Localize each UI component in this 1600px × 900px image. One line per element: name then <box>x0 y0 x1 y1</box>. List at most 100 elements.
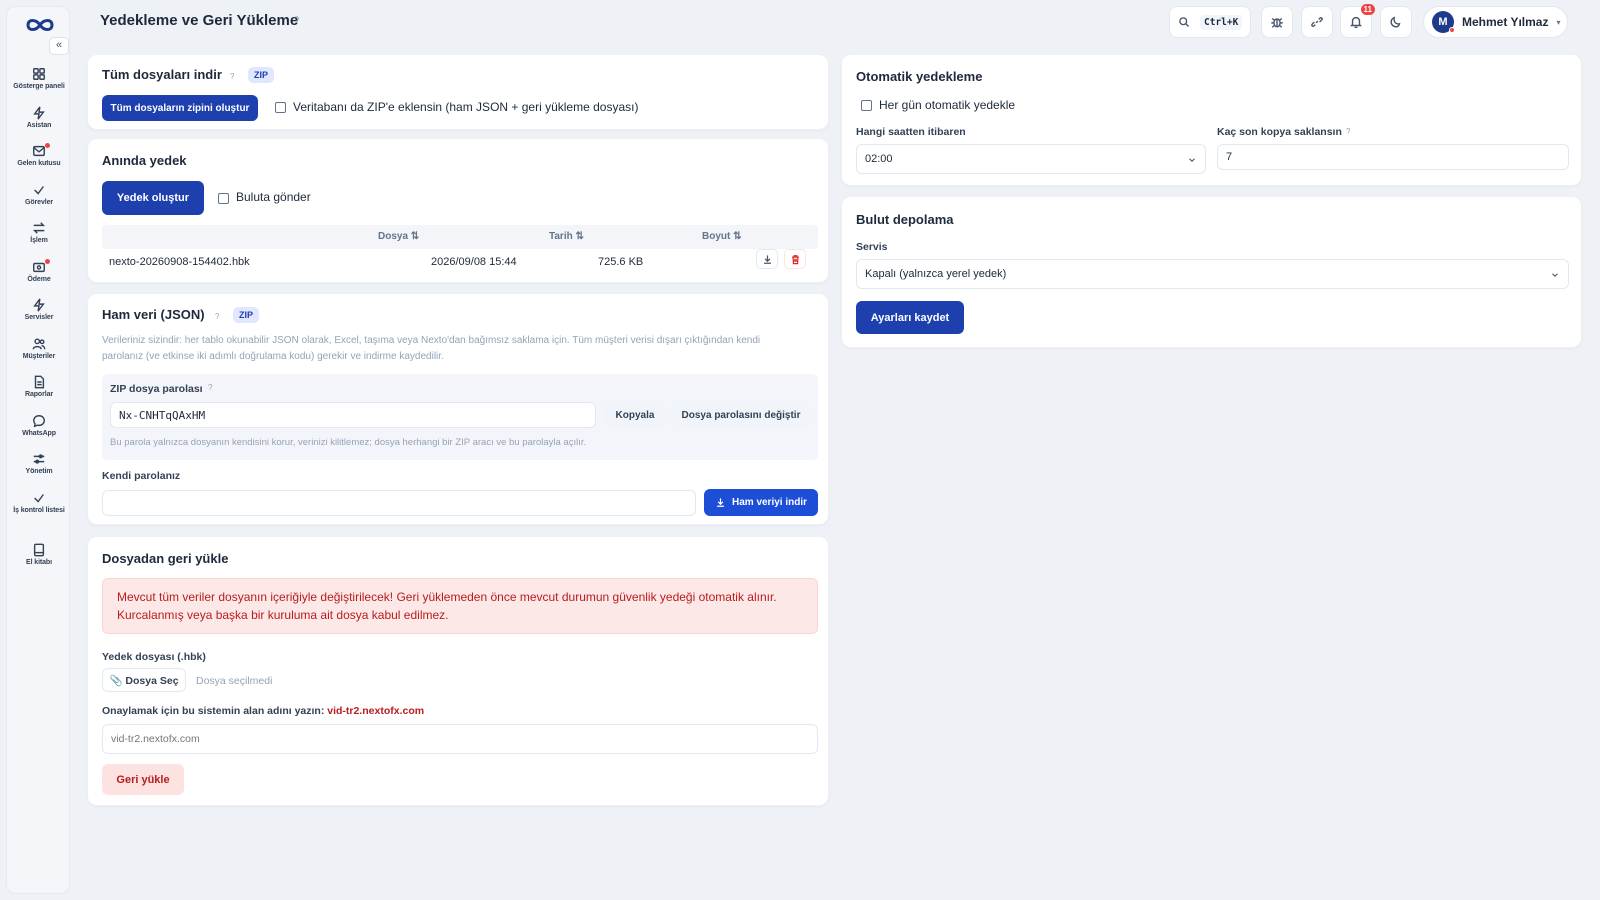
sidebar-item-management[interactable]: Yönetim <box>7 452 71 491</box>
alert-dot <box>45 258 50 264</box>
sidebar-item-services[interactable]: Servisler <box>7 298 71 337</box>
inbox-icon <box>33 145 45 157</box>
daily-backup-checkbox[interactable] <box>861 100 872 111</box>
debug-button[interactable] <box>1261 6 1293 38</box>
backup-size: 725.6 KB <box>598 256 644 268</box>
help-icon[interactable]: ? <box>215 312 219 321</box>
sidebar-item-label: WhatsApp <box>22 429 56 437</box>
card-title: Otomatik yedekleme <box>856 69 983 84</box>
raw-data-description-line1: Verileriniz sizindir: her tablo okunabil… <box>102 335 761 346</box>
dashboard-icon <box>33 68 45 80</box>
sidebar-item-assistant[interactable]: Asistan <box>7 105 71 145</box>
sidebar-nav: Gösterge paneli Asistan Gelen kutusu Gör… <box>7 67 71 582</box>
card-title: Bulut depolama <box>856 212 954 227</box>
help-icon[interactable]: ? <box>230 72 234 81</box>
sliders-icon <box>33 454 45 464</box>
sidebar-item-label: Yönetim <box>25 468 53 475</box>
choose-file-button[interactable]: 📎 Dosya Seç <box>102 668 186 692</box>
confirm-domain-field[interactable] <box>102 724 818 754</box>
bug-icon <box>1271 17 1283 28</box>
search-icon <box>1179 17 1189 27</box>
sidebar-item-inbox[interactable]: Gelen kutusu <box>7 143 71 183</box>
column-header-file[interactable]: Dosya ⇅ <box>378 231 419 242</box>
chevron-down-icon <box>1189 158 1195 163</box>
search-button[interactable]: Ctrl+K <box>1169 6 1251 38</box>
notifications-button[interactable]: 11 <box>1340 4 1375 38</box>
download-icon <box>763 254 771 264</box>
daily-backup-label: Her gün otomatik yedekle <box>879 98 1016 112</box>
service-select[interactable]: Kapalı (yalnızca yerel yedek) <box>856 259 1569 289</box>
instant-backup-card: Anında yedek Yedek oluştur Buluta gönder… <box>87 138 829 283</box>
service-label: Servis <box>856 241 888 253</box>
raw-data-card: Ham veri (JSON) ? ZIP Verileriniz sizind… <box>87 293 829 525</box>
own-password-field[interactable] <box>102 490 696 516</box>
search-shortcut: Ctrl+K <box>1200 14 1243 30</box>
sidebar-item-label: Raporlar <box>25 391 53 398</box>
sidebar: « Gösterge paneli Asistan Gelen kutusu G… <box>6 6 70 894</box>
user-menu[interactable]: M Mehmet Yılmaz ▾ <box>1423 6 1568 38</box>
column-header-size[interactable]: Boyut ⇅ <box>702 231 742 242</box>
sidebar-item-reports[interactable]: Raporlar <box>7 375 71 414</box>
infinity-logo-icon[interactable] <box>22 13 58 37</box>
sidebar-item-handbook[interactable]: El kitabı <box>7 543 71 582</box>
theme-toggle-button[interactable] <box>1380 6 1412 38</box>
card-title: Anında yedek <box>102 153 187 168</box>
send-to-cloud-checkbox[interactable] <box>218 193 229 204</box>
zip-tag: ZIP <box>233 307 260 323</box>
status-dot <box>1449 27 1455 33</box>
book-icon <box>33 543 45 557</box>
own-password-label: Kendi parolanız <box>102 470 181 482</box>
help-icon[interactable]: ? <box>294 15 299 25</box>
change-zip-password-button[interactable]: Dosya parolasını değiştir <box>672 402 810 428</box>
backup-time-select[interactable]: 02:00 <box>856 144 1206 174</box>
sidebar-item-payment[interactable]: Ödeme <box>7 258 71 299</box>
notification-count-badge: 11 <box>1360 4 1375 15</box>
collapse-sidebar-button[interactable]: « <box>49 37 69 55</box>
delete-backup-button[interactable] <box>784 249 806 269</box>
sidebar-item-label: İş kontrol listesi <box>13 506 65 514</box>
system-domain: vid-tr2.nextofx.com <box>327 705 425 717</box>
card-title: Dosyadan geri yükle <box>102 551 229 566</box>
sidebar-item-label: Asistan <box>26 121 52 129</box>
backup-file-label: Yedek dosyası (.hbk) <box>102 651 206 663</box>
sidebar-item-whatsapp[interactable]: WhatsApp <box>7 414 71 453</box>
link-button[interactable] <box>1301 6 1333 38</box>
restore-button[interactable]: Geri yükle <box>102 764 184 795</box>
time-label: Hangi saatten itibaren <box>856 126 966 138</box>
copy-button[interactable]: Kopyala <box>604 402 666 428</box>
download-raw-button[interactable]: Ham veriyi indir <box>704 489 818 516</box>
sidebar-item-tasks[interactable]: Görevler <box>7 183 71 222</box>
restore-warning-alert: Mevcut tüm veriler dosyanın içeriğiyle d… <box>102 578 818 634</box>
transfer-icon <box>32 222 46 234</box>
download-backup-button[interactable] <box>756 249 778 269</box>
save-settings-button[interactable]: Ayarları kaydet <box>856 301 964 334</box>
sidebar-item-customers[interactable]: Müşteriler <box>7 337 71 376</box>
sidebar-item-dashboard[interactable]: Gösterge paneli <box>7 67 71 106</box>
zip-password-field[interactable]: Nx-CNHTqQAxHM <box>110 402 596 428</box>
service-value: Kapalı (yalnızca yerel yedek) <box>865 268 1007 280</box>
send-to-cloud-label: Buluta gönder <box>236 190 311 204</box>
topbar: Yedekleme ve Geri Yükleme ? Ctrl+K 11 M … <box>70 0 1600 44</box>
no-file-text: Dosya seçilmedi <box>196 675 273 687</box>
zip-password-note: Bu parola yalnızca dosyanın kendisini ko… <box>110 437 587 448</box>
download-raw-label: Ham veriyi indir <box>731 497 808 508</box>
sidebar-item-checklist[interactable]: İş kontrol listesi <box>7 491 71 530</box>
include-db-checkbox[interactable] <box>275 102 286 113</box>
page-title: Yedekleme ve Geri Yükleme <box>100 12 299 29</box>
check-icon <box>34 493 44 503</box>
help-icon[interactable]: ? <box>208 383 212 392</box>
column-header-date[interactable]: Tarih ⇅ <box>549 231 584 242</box>
card-title: Tüm dosyaları indir <box>102 67 222 82</box>
raw-data-description-line2: parolanız (ve etkinse iki adımlı doğrula… <box>102 351 444 362</box>
create-backup-button[interactable]: Yedek oluştur <box>102 181 204 215</box>
create-zip-button[interactable]: Tüm dosyaların zipini oluştur <box>102 95 258 121</box>
keep-copies-field[interactable]: 7 <box>1217 144 1569 170</box>
avatar: M <box>1432 11 1455 33</box>
restore-warning-line1: Mevcut tüm veriler dosyanın içeriğiyle d… <box>117 590 777 604</box>
download-icon <box>717 498 724 507</box>
sidebar-item-transactions[interactable]: İşlem <box>7 221 71 260</box>
users-icon <box>32 337 46 349</box>
chevron-down-icon: ▾ <box>1556 17 1561 27</box>
help-icon[interactable]: ? <box>1346 127 1350 136</box>
include-db-label: Veritabanı da ZIP'e eklensin (ham JSON +… <box>293 100 639 114</box>
